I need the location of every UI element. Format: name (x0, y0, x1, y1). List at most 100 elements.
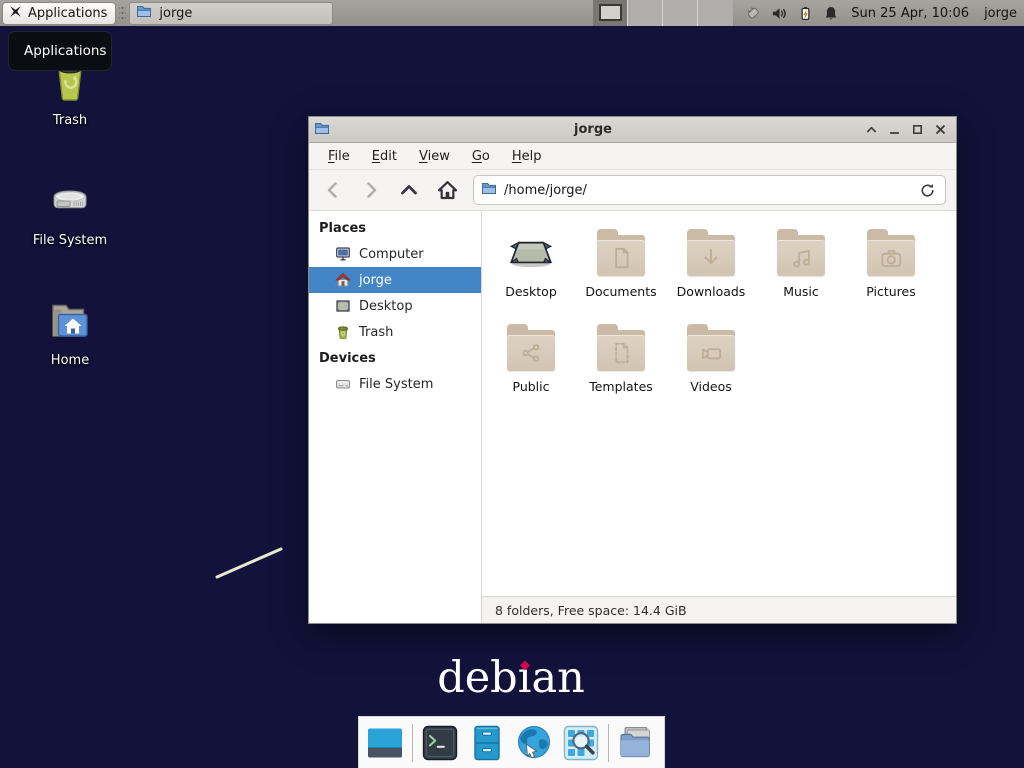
volume-icon[interactable] (771, 5, 788, 22)
sidebar-item-jorge[interactable]: jorge (309, 267, 481, 293)
window-folder-icon (314, 120, 330, 140)
dock-separator (608, 724, 609, 762)
dock-file-manager-button[interactable] (467, 723, 507, 763)
window-content: PlacesComputerjorgeDesktopTrashDevicesFi… (309, 211, 956, 623)
folder-icon (136, 3, 152, 23)
menu-go[interactable]: Go (463, 146, 499, 167)
window-title: jorge (330, 122, 856, 137)
path-text[interactable]: /home/jorge/ (504, 183, 907, 198)
computer-16-icon (335, 246, 351, 262)
desktop-icon-file-system[interactable]: File System (0, 176, 140, 248)
menu-edit[interactable]: Edit (363, 146, 406, 167)
workspace-1[interactable] (593, 0, 628, 26)
dock-app-finder-button[interactable] (561, 723, 601, 763)
file-item-documents[interactable]: Documents (576, 223, 666, 318)
file-item-videos[interactable]: Videos (666, 318, 756, 413)
file-item-label: Templates (589, 379, 653, 394)
file-item-templates[interactable]: Templates (576, 318, 666, 413)
desktop-icon-label: File System (33, 233, 107, 248)
sidebar-item-desktop[interactable]: Desktop (309, 293, 481, 319)
status-bar: 8 folders, Free space: 14.4 GiB (482, 596, 956, 623)
main-pane: Desktop Documents Downloads Music Pictures Pu… (482, 211, 956, 623)
reload-button[interactable] (914, 177, 940, 203)
status-text: 8 folders, Free space: 14.4 GiB (495, 603, 687, 618)
close-button[interactable] (932, 122, 948, 138)
minimize-button[interactable] (886, 122, 902, 138)
desktop-folder-icon (503, 223, 559, 281)
top-panel: Applications jorge Sun 25 Apr, 10:06 jor… (0, 0, 1024, 26)
workspace-2[interactable] (628, 0, 663, 26)
shade-button[interactable] (863, 122, 879, 138)
logo-text-right: an (531, 653, 584, 703)
dock-web-browser-button[interactable] (514, 723, 554, 763)
sidebar-item-computer[interactable]: Computer (309, 241, 481, 267)
workspace-4[interactable] (698, 0, 733, 26)
file-item-pictures[interactable]: Pictures (846, 223, 936, 318)
sidebar-item-label: Desktop (359, 299, 413, 314)
path-bar[interactable]: /home/jorge/ (473, 175, 946, 205)
applications-menu-button[interactable]: Applications (2, 2, 116, 25)
xfce-logo-icon (8, 4, 23, 23)
desktop-16-icon (335, 298, 351, 314)
menu-help[interactable]: Help (503, 146, 551, 167)
downloads-folder-icon (683, 223, 739, 281)
panel-clock[interactable]: Sun 25 Apr, 10:06 (851, 6, 969, 21)
system-tray (743, 4, 839, 22)
taskbar-window-label: jorge (159, 6, 192, 21)
panel-username: jorge (984, 6, 1017, 21)
file-item-label: Music (783, 284, 819, 299)
file-item-label: Documents (585, 284, 656, 299)
window-titlebar[interactable]: jorge (309, 117, 956, 143)
desktop-icon-home[interactable]: Home (0, 296, 140, 368)
desktop-icon-label: Home (51, 353, 89, 368)
nav-buttons (315, 175, 465, 206)
go-back-button[interactable] (315, 175, 351, 206)
file-item-downloads[interactable]: Downloads (666, 223, 756, 318)
file-item-public[interactable]: Public (486, 318, 576, 413)
file-manager-window: jorge FileEditViewGoHelp /home/jorge/ Pl… (308, 116, 957, 624)
sidebar-item-label: Computer (359, 247, 424, 262)
file-grid: Desktop Documents Downloads Music Pictures Pu… (482, 211, 956, 596)
notifications-icon[interactable] (823, 5, 839, 21)
desktop-root: Applications jorge Sun 25 Apr, 10:06 jor… (0, 0, 1024, 768)
drive-16-icon (335, 376, 351, 392)
go-home-button[interactable] (429, 175, 465, 206)
maximize-button[interactable] (909, 122, 925, 138)
dock-folder-dock-button[interactable] (616, 723, 656, 763)
sidebar-header-devices: Devices (309, 345, 481, 371)
taskbar-window-button[interactable]: jorge (129, 2, 333, 25)
sidebar: PlacesComputerjorgeDesktopTrashDevicesFi… (309, 211, 482, 623)
dock-show-desktop-button[interactable] (365, 723, 405, 763)
bottom-dock (358, 716, 665, 768)
applications-menu-label: Applications (28, 6, 107, 21)
sidebar-item-trash[interactable]: Trash (309, 319, 481, 345)
dock-terminal-button[interactable] (420, 723, 460, 763)
toolbar: /home/jorge/ (309, 170, 956, 211)
battery-charging-icon[interactable] (798, 5, 813, 21)
sidebar-item-label: Trash (359, 325, 393, 340)
menu-view[interactable]: View (410, 146, 459, 167)
logo-red-diamond-icon (520, 661, 530, 671)
removable-device-icon[interactable] (743, 4, 761, 22)
applications-tooltip: Applications (8, 31, 112, 71)
public-folder-icon (503, 318, 559, 376)
desktop-line-artifact (210, 540, 290, 585)
music-folder-icon (773, 223, 829, 281)
file-item-music[interactable]: Music (756, 223, 846, 318)
file-item-desktop[interactable]: Desktop (486, 223, 576, 318)
home-big-icon (46, 296, 94, 348)
go-forward-button[interactable] (353, 175, 389, 206)
sidebar-item-file-system[interactable]: File System (309, 371, 481, 397)
menu-file[interactable]: File (319, 146, 359, 167)
home-16-icon (335, 272, 351, 288)
sidebar-item-label: File System (359, 377, 433, 392)
panel-handle[interactable] (119, 4, 126, 22)
go-up-button[interactable] (391, 175, 427, 206)
file-item-label: Videos (690, 379, 732, 394)
documents-folder-icon (593, 223, 649, 281)
tooltip-text: Applications (24, 43, 106, 59)
workspace-window-preview (599, 4, 622, 21)
workspace-pager (593, 0, 733, 26)
workspace-3[interactable] (663, 0, 698, 26)
menu-bar: FileEditViewGoHelp (309, 143, 956, 170)
